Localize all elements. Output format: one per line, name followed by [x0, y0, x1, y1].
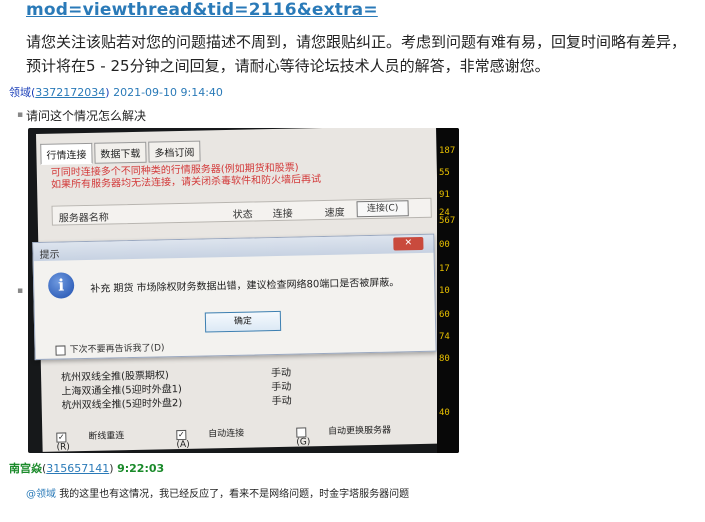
photo-dialog-message: 补充 期货 市场除权财务数据出错，建议检查网络80端口是否被屏蔽。 — [90, 277, 400, 295]
reply-meta: 南宫焱(315657141) 9:22:03 — [9, 462, 165, 475]
post-timestamp: 2021-09-10 9:14:40 — [113, 86, 223, 99]
photo-side-number: 60 — [439, 310, 450, 320]
checkbox-icon — [56, 431, 67, 443]
photo-ok-button: 确定 — [204, 310, 282, 333]
checkbox-icon — [55, 344, 66, 356]
photo-option-autoswitch: 自动更换服务器(G) — [295, 425, 392, 448]
reply-body: @领域 我的这里也有这情况，我已经反应了，看来不是网络问题，时金字塔服务器问题 — [26, 485, 409, 500]
photo-dont-ask: 下次不要再告诉我了(D) — [55, 340, 165, 356]
photo-server-list: 杭州双线全推(股票期权) 手动 上海双通全推(5迎时外盘1) 手动 杭州双线全推(5… — [61, 367, 292, 414]
photo-dialog: 提示 ✕ i 补充 期货 市场除权财务数据出错，建议检查网络80端口是否被屏蔽。… — [32, 233, 437, 361]
attached-photo[interactable]: 行情连接 数据下载 多档订阅 可同时连接多个不同种类的行情服务器(例如期货和股票… — [28, 128, 459, 453]
photo-tabs: 行情连接 数据下载 多档订阅 — [40, 140, 202, 165]
post-meta: 领域(3372172034) 2021-09-10 9:14:40 — [9, 86, 223, 99]
photo-tab: 行情连接 — [40, 142, 93, 165]
photo-tab: 多档订阅 — [148, 140, 201, 163]
photo-side-number: 91 — [439, 190, 450, 200]
photo-side-number: 10 — [439, 286, 450, 296]
thread-url-link[interactable]: mod=viewthread&tid=2116&extra= — [26, 0, 378, 20]
auto-reply-notice: 请您关注该贴若对您的问题描述不周到，请您跟贴纠正。考虑到问题有难有易，回复时间略… — [26, 33, 687, 75]
checkbox-icon — [176, 429, 187, 440]
post-author-id-link[interactable]: 3372172034 — [35, 86, 105, 99]
reply-author-id-link[interactable]: 315657141 — [46, 462, 109, 475]
photo-side-number: 55 — [439, 168, 450, 178]
photo-screen: 行情连接 数据下载 多档订阅 可同时连接多个不同种类的行情服务器(例如期货和股票… — [32, 128, 443, 453]
photo-option-autoconnect: 自动连接(A) — [176, 425, 274, 450]
photo-side-number: 74 — [439, 332, 450, 342]
reply-time: 9:22:03 — [117, 462, 165, 475]
close-icon: ✕ — [393, 236, 424, 251]
checkbox-icon — [295, 426, 307, 438]
photo-side-number: 40 — [439, 408, 450, 418]
photo-side-number: 187 — [439, 146, 456, 156]
reply-text: 我的这里也有这情况，我已经反应了，看来不是网络问题，时金字塔服务器问题 — [59, 489, 410, 500]
bullet-icon: ▪ — [17, 110, 24, 120]
photo-option-reconnect: 断线重连(R) — [56, 428, 154, 453]
photo-side-number: 00 — [439, 240, 450, 250]
info-icon: i — [47, 272, 75, 299]
photo-side-number: 567 — [439, 216, 456, 226]
post-question: 请问这个情况怎么解决 — [26, 109, 147, 123]
photo-side-quotes: 187 55 91 24 567 00 17 10 60 74 80 40 — [437, 128, 459, 453]
reply-author[interactable]: 南宫焱 — [9, 462, 42, 475]
photo-bottom-options: 断线重连(R) 自动连接(A) 自动更换服务器(G) — [56, 422, 442, 453]
reply-mention-link[interactable]: @领域 — [26, 489, 56, 500]
photo-connect-button: 连接(C) — [356, 200, 409, 218]
photo-side-number: 80 — [439, 354, 450, 364]
post-author[interactable]: 领域 — [9, 86, 31, 99]
bullet-icon: ▪ — [17, 286, 24, 296]
photo-red-message: 可同时连接多个不同种类的行情服务器(例如期货和股票) 如果所有服务器均无法连接，… — [50, 162, 322, 191]
photo-side-number: 17 — [439, 264, 450, 274]
photo-tab: 数据下载 — [94, 141, 147, 164]
photo-dialog-title: 提示 ✕ — [33, 234, 434, 262]
